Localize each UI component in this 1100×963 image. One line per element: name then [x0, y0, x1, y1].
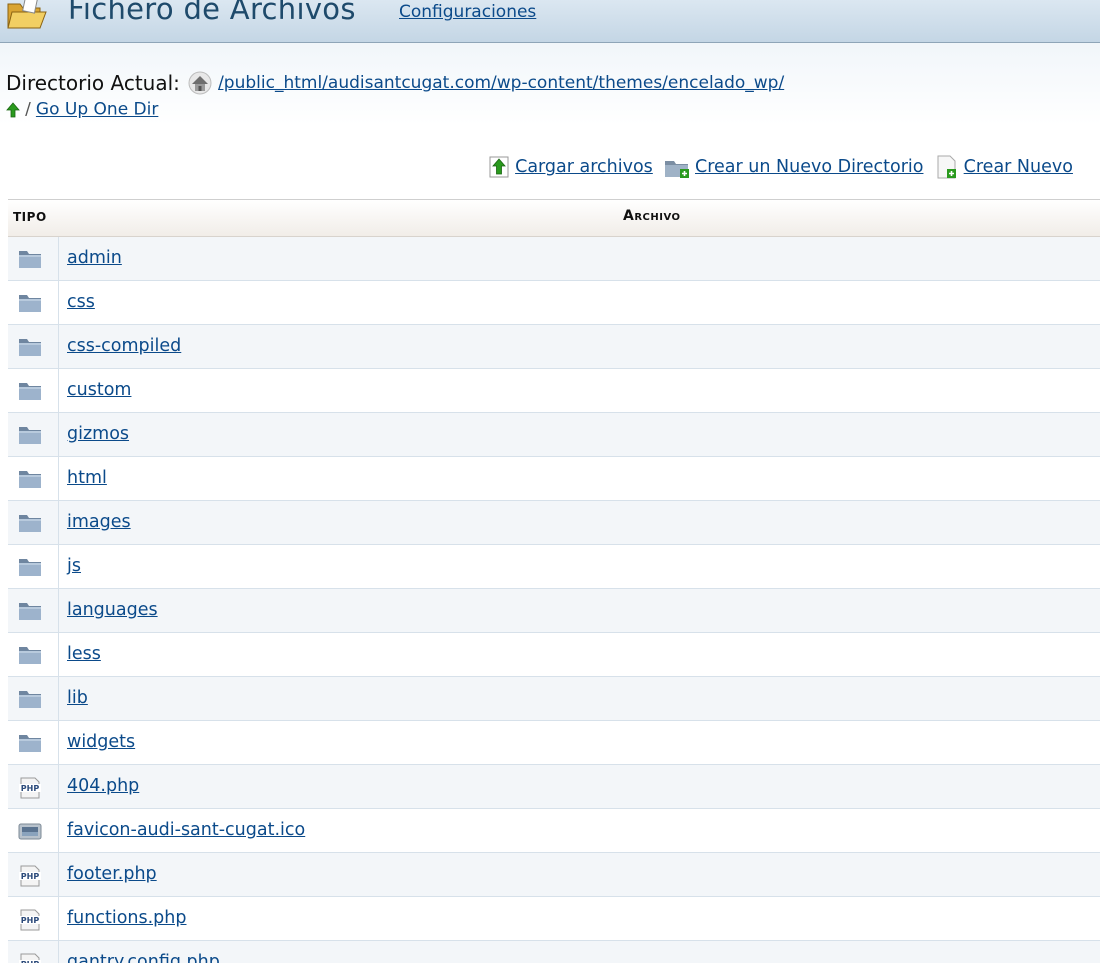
php-file-icon: PHP [8, 765, 59, 808]
file-name-link[interactable]: css [67, 292, 95, 312]
php-file-icon: PHP [8, 853, 59, 896]
image-file-icon [8, 809, 59, 852]
folder-icon [8, 721, 59, 764]
file-name-link[interactable]: css-compiled [67, 336, 181, 356]
file-name-link[interactable]: admin [67, 248, 122, 268]
table-row[interactable]: languages [8, 589, 1100, 633]
new-folder-icon [664, 161, 689, 178]
table-row[interactable]: admin [8, 237, 1100, 281]
folder-icon [8, 369, 59, 412]
table-row[interactable]: html [8, 457, 1100, 501]
table-row[interactable]: js [8, 545, 1100, 589]
go-up-row: / Go Up One Dir [6, 99, 158, 120]
upload-icon [489, 156, 509, 178]
file-name-link[interactable]: custom [67, 380, 131, 400]
folder-icon [8, 545, 59, 588]
new-file-action[interactable]: Crear Nuevo [935, 154, 1073, 180]
up-arrow-icon [6, 101, 20, 118]
file-name-link[interactable]: gantry.config.php [67, 952, 220, 963]
file-name-link[interactable]: less [67, 644, 101, 664]
new-file-icon [937, 155, 956, 179]
table-row[interactable]: gizmos [8, 413, 1100, 457]
file-name-link[interactable]: functions.php [67, 908, 186, 928]
file-name-link[interactable]: widgets [67, 732, 135, 752]
new-file-link[interactable]: Crear Nuevo [964, 157, 1073, 177]
upload-link[interactable]: Cargar archivos [515, 157, 653, 177]
svg-text:PHP: PHP [21, 784, 40, 793]
new-directory-action[interactable]: Crear un Nuevo Directorio [664, 155, 923, 179]
table-body: admin css css-compiled custom gizmos html imag… [8, 237, 1100, 963]
svg-text:PHP: PHP [21, 916, 40, 925]
file-name-link[interactable]: languages [67, 600, 158, 620]
file-name-link[interactable]: 404.php [67, 776, 139, 796]
folder-icon [8, 281, 59, 324]
file-name-link[interactable]: js [67, 556, 81, 576]
current-directory: Directorio Actual: /public_html/audisant… [6, 71, 784, 101]
folder-icon [8, 237, 59, 280]
upload-action[interactable]: Cargar archivos [488, 155, 653, 179]
file-name-link[interactable]: lib [67, 688, 88, 708]
current-directory-label: Directorio Actual: [6, 71, 180, 95]
folder-open-icon [4, 0, 48, 32]
php-file-icon: PHP [8, 897, 59, 940]
file-name-link[interactable]: gizmos [67, 424, 129, 444]
folder-icon [8, 633, 59, 676]
table-row[interactable]: custom [8, 369, 1100, 413]
file-manager-page: Fichero de Archivos Configuraciones Dire… [0, 0, 1100, 963]
go-up-link[interactable]: Go Up One Dir [36, 100, 158, 120]
directory-panel: Directorio Actual: /public_html/audisant… [0, 43, 1100, 125]
header-bar: Fichero de Archivos Configuraciones [0, 0, 1100, 43]
table-row[interactable]: css [8, 281, 1100, 325]
table-row[interactable]: PHP footer.php [8, 853, 1100, 897]
table-header: TIPO Archivo [8, 200, 1100, 237]
file-name-link[interactable]: footer.php [67, 864, 157, 884]
folder-icon [8, 677, 59, 720]
column-header-type: TIPO [13, 210, 47, 224]
folder-icon [8, 589, 59, 632]
directory-path-link[interactable]: /public_html/audisantcugat.com/wp-conten… [218, 73, 784, 93]
svg-text:PHP: PHP [21, 872, 40, 881]
table-row[interactable]: css-compiled [8, 325, 1100, 369]
file-name-link[interactable]: html [67, 468, 107, 488]
folder-icon [8, 501, 59, 544]
folder-icon [8, 457, 59, 500]
table-row[interactable]: favicon-audi-sant-cugat.ico [8, 809, 1100, 853]
home-icon[interactable] [187, 71, 213, 95]
table-row[interactable]: images [8, 501, 1100, 545]
php-file-icon: PHP [8, 941, 59, 963]
action-bar: Cargar archivos Crear un Nuevo Directori… [488, 154, 1079, 180]
table-row[interactable]: PHP 404.php [8, 765, 1100, 809]
file-name-link[interactable]: favicon-audi-sant-cugat.ico [67, 820, 305, 840]
table-row[interactable]: widgets [8, 721, 1100, 765]
table-row[interactable]: PHP gantry.config.php [8, 941, 1100, 963]
table-row[interactable]: PHP functions.php [8, 897, 1100, 941]
settings-link[interactable]: Configuraciones [399, 2, 536, 22]
table-row[interactable]: less [8, 633, 1100, 677]
folder-icon [8, 413, 59, 456]
page-title: Fichero de Archivos [68, 0, 356, 26]
file-table: TIPO Archivo admin css css-compiled custom g… [8, 199, 1100, 963]
new-directory-link[interactable]: Crear un Nuevo Directorio [695, 157, 923, 177]
table-row[interactable]: lib [8, 677, 1100, 721]
file-name-link[interactable]: images [67, 512, 131, 532]
folder-icon [8, 325, 59, 368]
up-slash: / [25, 99, 31, 120]
column-header-file: Archivo [623, 208, 681, 224]
